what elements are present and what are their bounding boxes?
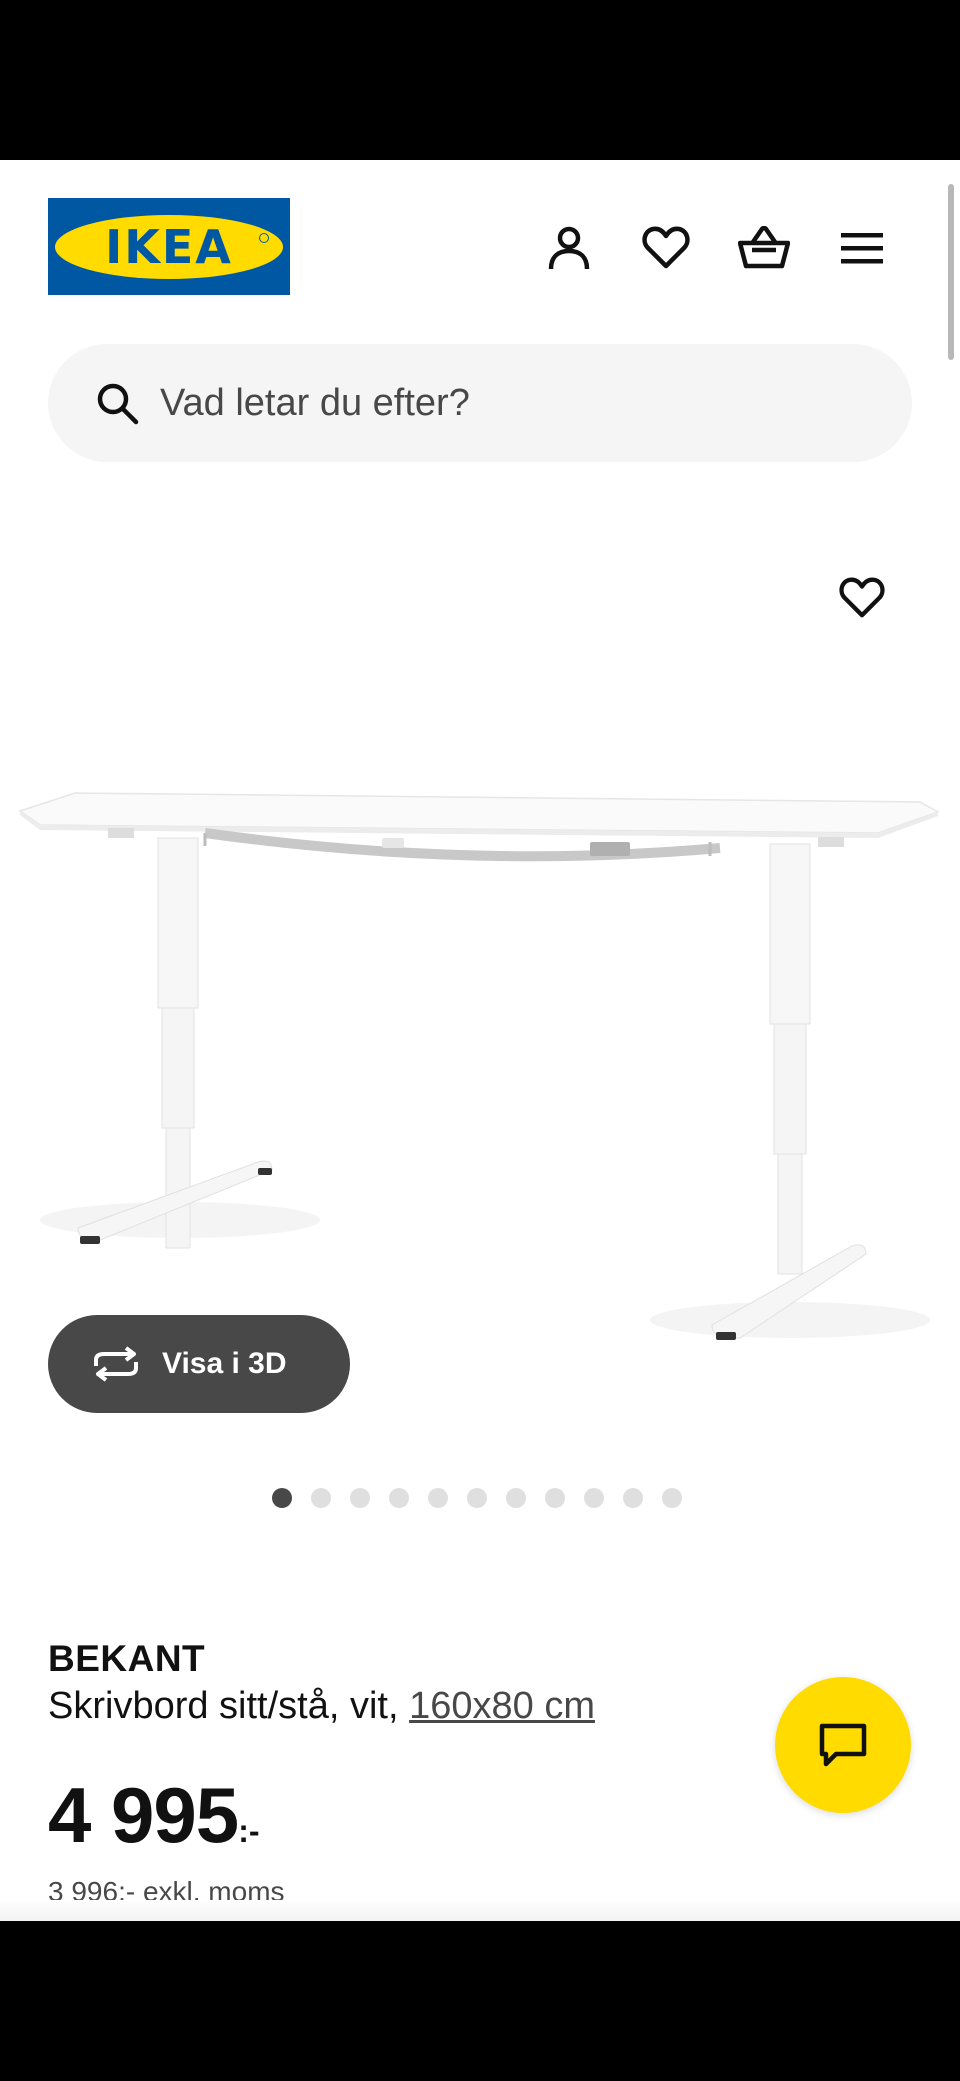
basket-button[interactable] <box>736 220 792 276</box>
chat-icon <box>819 1723 867 1767</box>
navigation-bar <box>0 1921 960 2081</box>
product-price: 4 995:- <box>48 1770 260 1861</box>
search-icon <box>94 380 140 426</box>
product-favourite-button[interactable] <box>834 570 890 626</box>
menu-button[interactable] <box>834 220 890 276</box>
bottom-edge <box>0 1900 960 1921</box>
view-in-3d-label: Visa i 3D <box>162 1347 287 1380</box>
ikea-logo[interactable]: IKEA <box>48 198 290 295</box>
heart-icon <box>642 226 690 269</box>
carousel-dot[interactable] <box>584 1488 604 1508</box>
carousel-dot[interactable] <box>506 1488 526 1508</box>
price-value: 4 995 <box>48 1771 239 1859</box>
registered-mark-icon <box>259 232 269 243</box>
view-in-3d-button[interactable]: Visa i 3D <box>48 1315 350 1413</box>
shopping-basket-icon <box>738 226 790 269</box>
carousel-dot[interactable] <box>428 1488 448 1508</box>
product-brand: BEKANT <box>48 1638 206 1679</box>
account-icon <box>548 226 590 270</box>
heart-icon <box>839 577 885 618</box>
carousel-dot[interactable] <box>272 1488 292 1508</box>
logo-oval: IKEA <box>55 214 283 279</box>
product-description-text: Skrivbord sitt/stå, vit, <box>48 1685 410 1727</box>
carousel-dot[interactable] <box>467 1488 487 1508</box>
carousel-dot[interactable] <box>545 1488 565 1508</box>
search-input[interactable] <box>160 381 840 425</box>
carousel-dot[interactable] <box>350 1488 370 1508</box>
product-description: Skrivbord sitt/stå, vit, 160x80 cm <box>48 1685 595 1728</box>
search-bar[interactable] <box>48 344 912 462</box>
scrollbar[interactable] <box>948 184 954 360</box>
carousel-dot[interactable] <box>623 1488 643 1508</box>
carousel-dot[interactable] <box>311 1488 331 1508</box>
page-viewport[interactable]: IKEA Vad letar du efter? Visa i 3D BEKAN… <box>0 160 960 1921</box>
favourites-button[interactable] <box>638 220 694 276</box>
chat-button[interactable] <box>775 1677 911 1813</box>
account-button[interactable] <box>541 220 597 276</box>
price-suffix: :- <box>238 1813 260 1849</box>
logo-text: IKEA <box>105 219 233 274</box>
image-carousel-indicator <box>272 1488 682 1508</box>
carousel-dot[interactable] <box>662 1488 682 1508</box>
rotate-3d-icon <box>90 1344 142 1384</box>
product-size-link[interactable]: 160x80 cm <box>409 1685 595 1727</box>
carousel-dot[interactable] <box>389 1488 409 1508</box>
menu-icon <box>841 233 883 264</box>
status-bar <box>0 0 960 160</box>
